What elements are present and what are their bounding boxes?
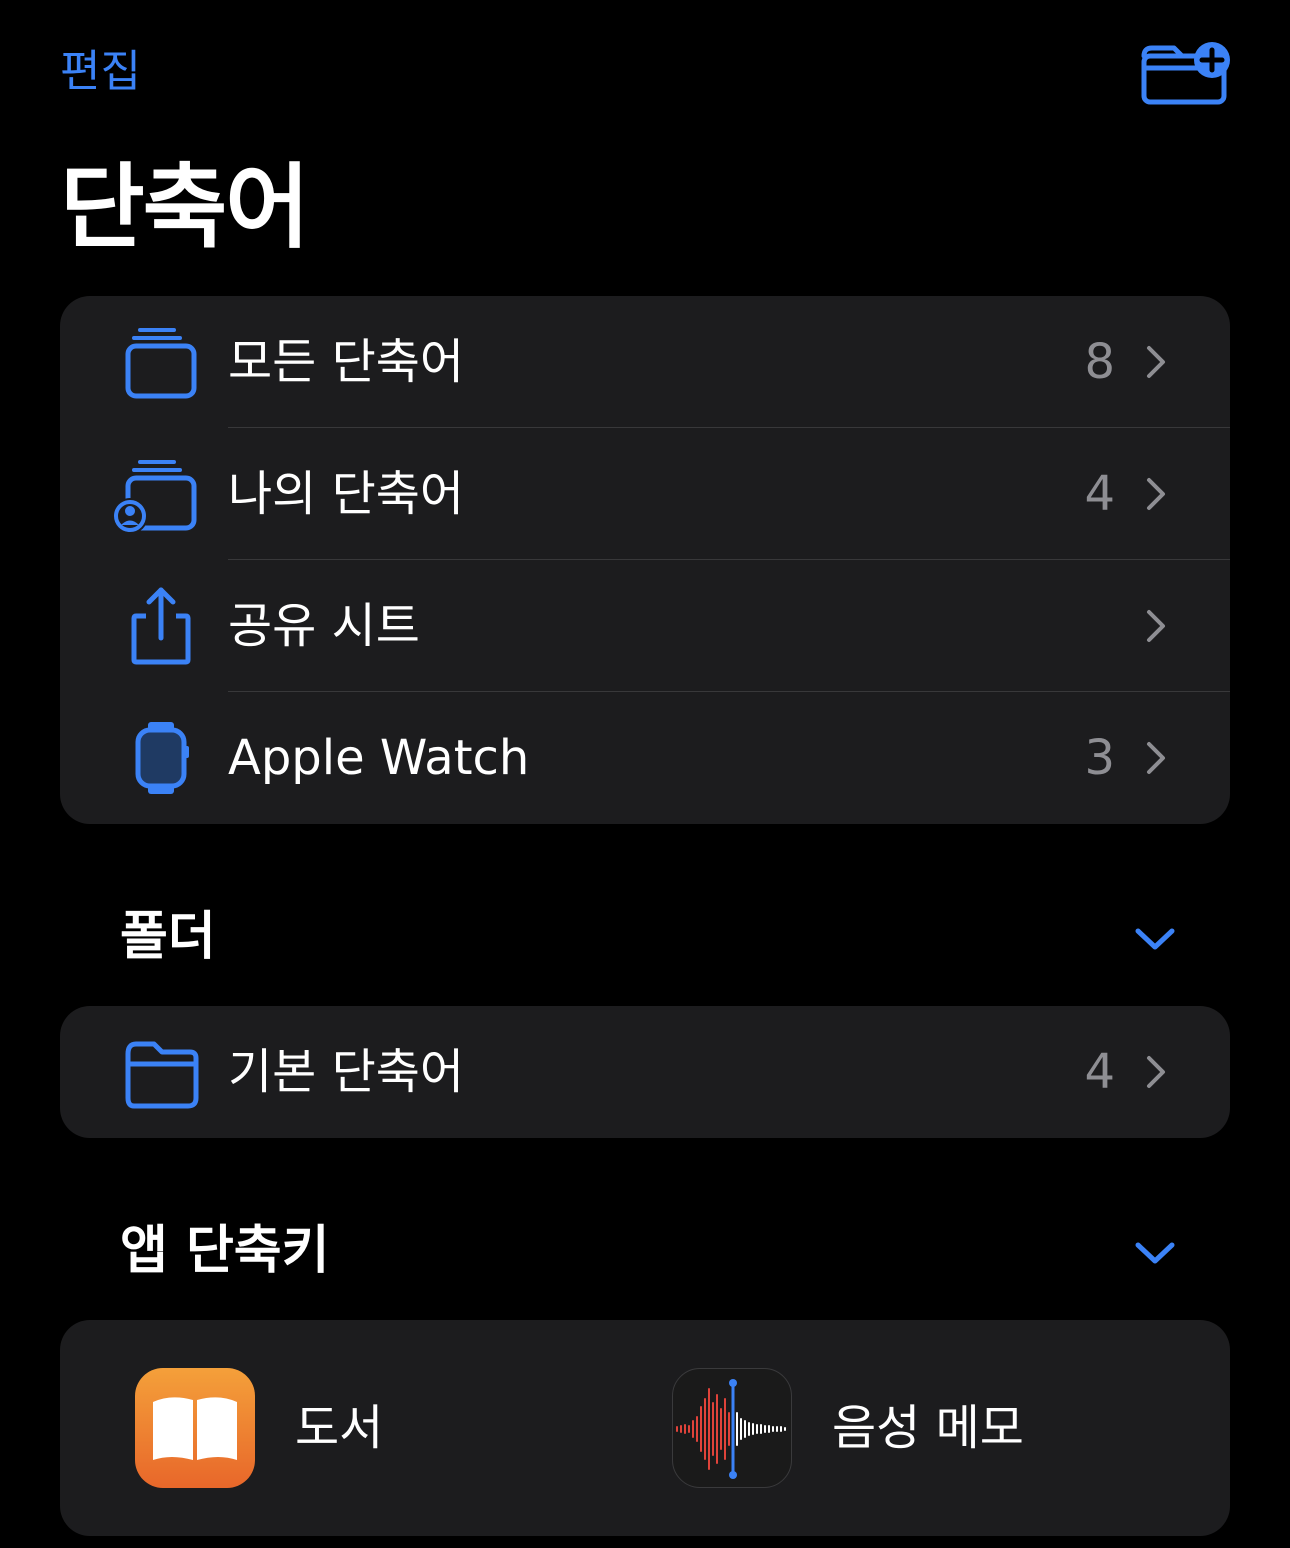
app-shortcuts-header: 앱 단축키 bbox=[120, 1221, 330, 1281]
folder-item[interactable]: 기본 단축어 4 bbox=[60, 1006, 1230, 1138]
row-label: 기본 단축어 bbox=[228, 1044, 465, 1100]
row-apple-watch[interactable]: Apple Watch 3 bbox=[60, 692, 1230, 824]
row-label: 공유 시트 bbox=[228, 598, 420, 654]
row-all-shortcuts[interactable]: 모든 단축어 8 bbox=[60, 296, 1230, 428]
row-my-shortcuts[interactable]: 나의 단축어 4 bbox=[60, 428, 1230, 560]
row-count: 4 bbox=[1084, 1044, 1115, 1100]
voice-memos-app-icon bbox=[672, 1368, 792, 1488]
row-label: Apple Watch bbox=[228, 730, 530, 786]
folder-plus-icon bbox=[1141, 42, 1230, 105]
row-count: 4 bbox=[1084, 466, 1115, 522]
app-label: 음성 메모 bbox=[832, 1400, 1024, 1456]
chevron-right-icon bbox=[1147, 346, 1165, 378]
app-shortcut-voice-memos[interactable]: 음성 메모 bbox=[672, 1368, 1172, 1488]
row-count: 3 bbox=[1084, 730, 1115, 786]
folders-card: 기본 단축어 4 bbox=[60, 1006, 1230, 1138]
apple-watch-icon bbox=[135, 722, 189, 794]
row-share-sheet[interactable]: 공유 시트 bbox=[60, 560, 1230, 692]
share-icon bbox=[131, 587, 191, 665]
shortcuts-screen: 편집 단축어 모든 단축어 8 나의 단축어 4 공유 시트 Apple Wat… bbox=[0, 0, 1290, 1548]
row-label: 모든 단축어 bbox=[228, 334, 465, 390]
app-shortcuts-card: 도서 음성 메모 bbox=[60, 1320, 1230, 1536]
app-shortcut-books[interactable]: 도서 bbox=[135, 1368, 635, 1488]
new-folder-button[interactable] bbox=[1140, 40, 1232, 110]
page-title: 단축어 bbox=[60, 154, 310, 261]
chevron-right-icon bbox=[1147, 1056, 1165, 1088]
edit-button[interactable]: 편집 bbox=[60, 42, 141, 102]
chevron-right-icon bbox=[1147, 610, 1165, 642]
folder-icon bbox=[125, 1041, 199, 1109]
row-count: 8 bbox=[1084, 334, 1115, 390]
chevron-right-icon bbox=[1147, 478, 1165, 510]
books-app-icon bbox=[135, 1368, 255, 1488]
app-label: 도서 bbox=[295, 1400, 384, 1456]
folders-header: 폴더 bbox=[120, 907, 216, 967]
library-card: 모든 단축어 8 나의 단축어 4 공유 시트 Apple Watch 3 bbox=[60, 296, 1230, 824]
stacked-cards-icon bbox=[125, 328, 197, 399]
row-label: 나의 단축어 bbox=[228, 466, 465, 522]
chevron-down-icon[interactable] bbox=[1134, 1240, 1176, 1266]
stacked-cards-person-icon bbox=[112, 460, 197, 534]
chevron-down-icon[interactable] bbox=[1134, 926, 1176, 952]
chevron-right-icon bbox=[1147, 742, 1165, 774]
